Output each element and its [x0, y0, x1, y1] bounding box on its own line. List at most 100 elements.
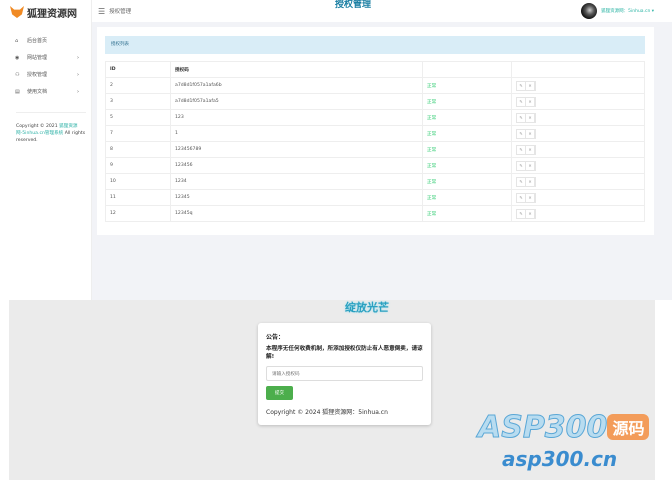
users-icon: ⚇ [15, 71, 20, 78]
row-code: 1234 [170, 173, 423, 190]
row-id: 3 [105, 93, 171, 110]
watermark-text: ASP300 [477, 410, 608, 446]
delete-icon[interactable]: ✕ [526, 209, 535, 218]
edit-icon[interactable]: ✎ [517, 113, 526, 122]
sidebar-item-2[interactable]: ⚇ 授权管理 › [0, 66, 91, 83]
col-id: ID [105, 61, 171, 78]
delete-icon[interactable]: ✕ [526, 161, 535, 170]
row-code: 123456789 [170, 141, 423, 158]
delete-icon[interactable]: ✕ [526, 81, 535, 90]
delete-icon[interactable]: ✕ [526, 97, 535, 106]
row-code: a7d8d1f057a1afa5 [170, 93, 423, 110]
row-id: 7 [105, 125, 171, 142]
menu-toggle-icon[interactable]: ☰ [98, 7, 105, 16]
row-id: 2 [105, 77, 171, 94]
edit-icon[interactable]: ✎ [517, 209, 526, 218]
license-table: ID 授权码 2 a7d8d1f057a1afa6b 正常 ✎ ✕ 3 a7d8d1f057a… [105, 61, 645, 222]
delete-icon[interactable]: ✕ [526, 177, 535, 186]
row-actions: ✎ ✕ [511, 205, 645, 222]
table-row: 11 12345 正常 ✎ ✕ [105, 189, 645, 206]
row-id: 12 [105, 205, 171, 222]
submit-button[interactable]: 提交 [266, 386, 293, 400]
delete-icon[interactable]: ✕ [526, 113, 535, 122]
row-status: 正常 [422, 157, 512, 174]
edit-icon[interactable]: ✎ [517, 81, 526, 90]
overlay-title: 授权管理 [335, 0, 372, 10]
col-status [422, 61, 512, 78]
row-code: 123456 [170, 157, 423, 174]
row-status: 正常 [422, 205, 512, 222]
edit-icon[interactable]: ✎ [517, 129, 526, 138]
sidebar-item-label: 后台首页 [27, 38, 48, 44]
row-actions: ✎ ✕ [511, 109, 645, 126]
breadcrumb: 授权管理 [109, 9, 132, 15]
sidebar-item-label: 授权管理 [27, 72, 48, 78]
watermark-badge: 源码 [607, 414, 650, 440]
row-id: 8 [105, 141, 171, 158]
user-menu[interactable]: 狐狸资源网：5inhua.cn ▾ [581, 3, 654, 19]
row-actions: ✎ ✕ [511, 173, 645, 190]
fox-logo-icon [10, 6, 24, 18]
edit-icon[interactable]: ✎ [517, 145, 526, 154]
row-code: 1 [170, 125, 423, 142]
row-code: 12345 [170, 189, 423, 206]
table-row: 5 123 正常 ✎ ✕ [105, 109, 645, 126]
table-row: 7 1 正常 ✎ ✕ [105, 125, 645, 142]
logo[interactable]: 狐狸资源网 [0, 0, 91, 24]
table-row: 8 123456789 正常 ✎ ✕ [105, 141, 645, 158]
sidebar-item-3[interactable]: ▤ 使用文档 › [0, 83, 91, 100]
table-row: 9 123456 正常 ✎ ✕ [105, 157, 645, 174]
sidebar: 狐狸资源网 ⌂ 后台首页 ◉ 网站管理 › ⚇ 授权管理 › ▤ 使用文档 › Copyright … [0, 0, 92, 300]
chevron-right-icon: › [77, 71, 79, 78]
sidebar-item-0[interactable]: ⌂ 后台首页 [0, 32, 91, 49]
chevron-right-icon: › [77, 54, 79, 61]
watermark: ASP300 源码 asp300.cn [477, 410, 650, 471]
sidebar-copyright: Copyright © 2021 狐狸资源网-5inhua.cn管理系统 All… [16, 112, 86, 144]
globe-icon: ◉ [15, 54, 20, 61]
home-icon: ⌂ [15, 37, 19, 44]
delete-icon[interactable]: ✕ [526, 129, 535, 138]
row-code: 123 [170, 109, 423, 126]
table-row: 10 1234 正常 ✎ ✕ [105, 173, 645, 190]
row-actions: ✎ ✕ [511, 93, 645, 110]
admin-page: 狐狸资源网 ⌂ 后台首页 ◉ 网站管理 › ⚇ 授权管理 › ▤ 使用文档 › Copyright … [0, 0, 672, 300]
edit-icon[interactable]: ✎ [517, 177, 526, 186]
row-actions: ✎ ✕ [511, 125, 645, 142]
sidebar-item-1[interactable]: ◉ 网站管理 › [0, 49, 91, 66]
sidebar-item-label: 使用文档 [27, 89, 48, 95]
logo-text: 狐狸资源网 [27, 8, 77, 20]
col-actions [511, 61, 645, 78]
watermark-url: asp300.cn [502, 447, 618, 471]
table-row: 2 a7d8d1f057a1afa6b 正常 ✎ ✕ [105, 77, 645, 94]
edit-icon[interactable]: ✎ [517, 97, 526, 106]
row-code: 12345q [170, 205, 423, 222]
row-actions: ✎ ✕ [511, 77, 645, 94]
announcement-card: 公告： 本程序无任何收费机制，所添加授权仅防止有人恶意倒卖，请谅解! 提交 Co… [258, 323, 431, 425]
chevron-right-icon: › [77, 88, 79, 95]
sidebar-item-label: 网站管理 [27, 55, 48, 61]
row-status: 正常 [422, 93, 512, 110]
edit-icon[interactable]: ✎ [517, 193, 526, 202]
row-id: 9 [105, 157, 171, 174]
delete-icon[interactable]: ✕ [526, 145, 535, 154]
footer-copyright: Copyright © 2024 狐狸资源网：5inhua.cn [266, 409, 388, 416]
col-code: 授权码 [170, 61, 423, 78]
row-status: 正常 [422, 189, 512, 206]
edit-icon[interactable]: ✎ [517, 161, 526, 170]
row-status: 正常 [422, 141, 512, 158]
avatar [581, 3, 598, 19]
announcement-message: 本程序无任何收费机制，所添加授权仅防止有人恶意倒卖，请谅解! [266, 346, 423, 360]
table-row: 12 12345q 正常 ✎ ✕ [105, 205, 645, 222]
glow-title: 绽放光芒 [345, 301, 389, 314]
row-code: a7d8d1f057a1afa6b [170, 77, 423, 94]
row-status: 正常 [422, 77, 512, 94]
row-actions: ✎ ✕ [511, 189, 645, 206]
document-icon: ▤ [15, 88, 20, 95]
row-id: 10 [105, 173, 171, 190]
table-row: 3 a7d8d1f057a1afa5 正常 ✎ ✕ [105, 93, 645, 110]
panel-title: 授权列表 [105, 36, 645, 54]
license-card: 授权列表 ID 授权码 2 a7d8d1f057a1afa6b 正常 ✎ ✕ 3 a7d8d1… [97, 27, 654, 235]
user-name: 狐狸资源网：5inhua.cn ▾ [601, 9, 654, 14]
license-code-input[interactable] [266, 366, 423, 381]
delete-icon[interactable]: ✕ [526, 193, 535, 202]
